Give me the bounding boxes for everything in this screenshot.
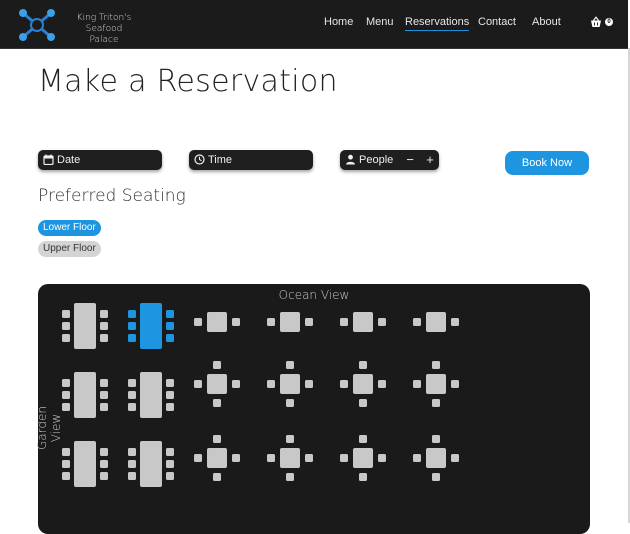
brand-line-2: Seafood Palace: [85, 24, 123, 45]
nav-home[interactable]: Home: [324, 16, 353, 28]
table-square-1-1[interactable]: [194, 312, 240, 332]
cart-count-badge[interactable]: 0: [605, 18, 613, 26]
increment-button[interactable]: +: [421, 150, 439, 170]
people-stepper[interactable]: People − +: [340, 150, 439, 170]
table-square-3-1[interactable]: [194, 435, 240, 481]
date-picker[interactable]: Date: [38, 150, 162, 170]
calendar-icon: [43, 154, 54, 165]
table-long-2-1[interactable]: [62, 372, 108, 418]
brand-name[interactable]: King Triton's Seafood Palace: [70, 13, 138, 46]
table-square-2-2[interactable]: [267, 361, 313, 407]
lower-floor-option[interactable]: Lower Floor: [38, 220, 101, 236]
clock-icon: [194, 154, 205, 165]
time-picker[interactable]: Time: [189, 150, 313, 170]
table-square-2-1[interactable]: [194, 361, 240, 407]
logo-icon[interactable]: [17, 7, 57, 43]
nav-contact[interactable]: Contact: [478, 16, 516, 28]
table-long-2-2[interactable]: [128, 372, 174, 418]
preferred-seating-heading: Preferred Seating: [38, 186, 186, 206]
floor-plan: Ocean View Garden View: [35, 284, 590, 534]
nav-menu[interactable]: Menu: [366, 16, 394, 28]
tables-layer: [62, 303, 459, 487]
person-icon: [346, 154, 355, 165]
decrement-button[interactable]: −: [401, 150, 419, 170]
people-label: People: [359, 154, 394, 166]
table-square-3-4[interactable]: [413, 435, 459, 481]
date-label: Date: [57, 154, 81, 166]
basket-icon[interactable]: [590, 16, 602, 28]
page-title: Make a Reservation: [38, 64, 338, 99]
table-square-2-4[interactable]: [413, 361, 459, 407]
table-square-1-4[interactable]: [413, 312, 459, 332]
table-square-1-3[interactable]: [340, 312, 386, 332]
brand-line-1: King Triton's: [76, 13, 132, 23]
table-square-3-2[interactable]: [267, 435, 313, 481]
nav-reservations[interactable]: Reservations: [405, 16, 470, 31]
table-long-3-1[interactable]: [62, 441, 108, 487]
table-long-1-1[interactable]: [62, 303, 108, 349]
table-long-3-2[interactable]: [128, 441, 174, 487]
time-label: Time: [208, 154, 233, 166]
nav-about[interactable]: About: [532, 16, 561, 28]
upper-floor-option[interactable]: Upper Floor: [38, 241, 101, 257]
table-long-1-2[interactable]: [128, 303, 174, 349]
table-square-3-3[interactable]: [340, 435, 386, 481]
table-square-2-3[interactable]: [340, 361, 386, 407]
book-now-button[interactable]: Book Now: [505, 151, 589, 175]
site-header: King Triton's Seafood Palace Home Menu R…: [0, 0, 628, 49]
table-square-1-2[interactable]: [267, 312, 313, 332]
